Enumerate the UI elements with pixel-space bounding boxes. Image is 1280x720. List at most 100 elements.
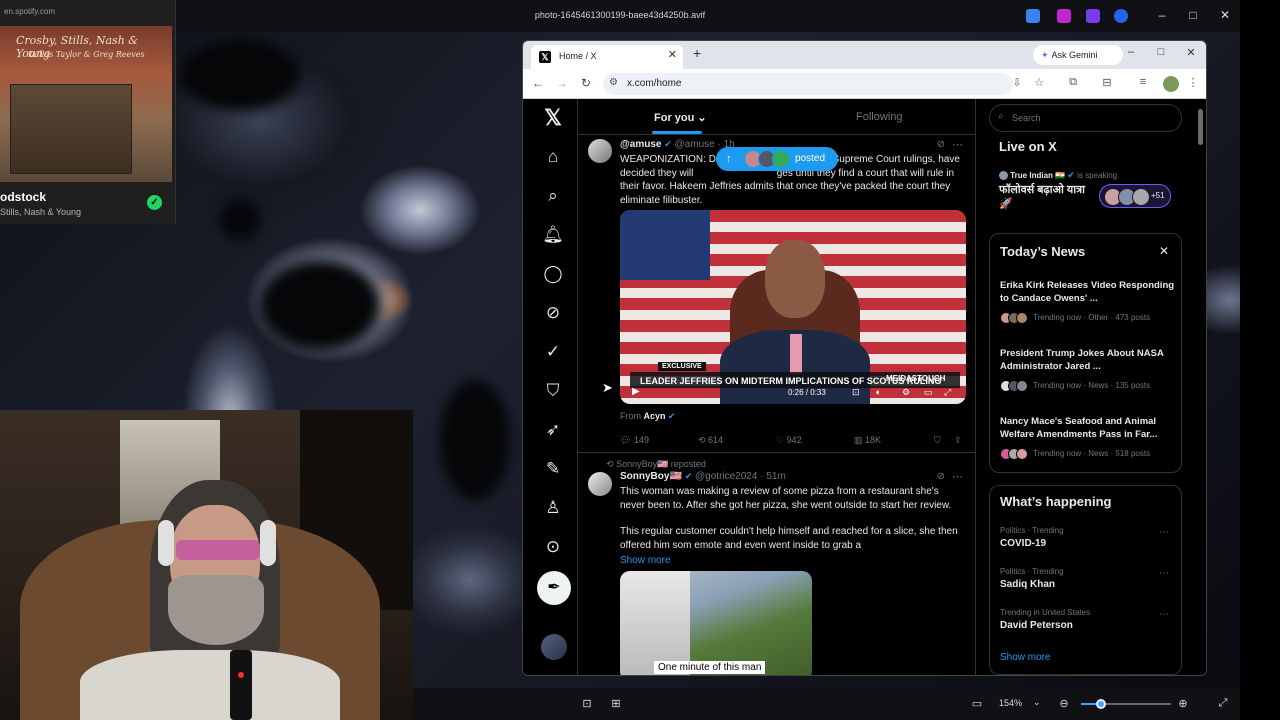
- account-avatar[interactable]: [541, 634, 567, 660]
- profile-icon[interactable]: ♙: [541, 496, 565, 520]
- trend-name[interactable]: David Peterson: [1000, 620, 1073, 631]
- share-icon[interactable]: ⇪: [954, 435, 962, 446]
- grok-icon[interactable]: ⊘: [937, 471, 945, 482]
- news-item-title[interactable]: Nancy Mace's Seafood and Animal Welfare …: [1000, 415, 1175, 441]
- new-posts-pill[interactable]: ↑ posted: [716, 147, 838, 171]
- new-tab-icon[interactable]: +: [693, 45, 701, 61]
- zoom-level[interactable]: 154%: [999, 698, 1022, 708]
- compose-icon[interactable]: ✎: [541, 457, 565, 481]
- scrollbar-thumb[interactable]: [1198, 109, 1203, 145]
- site-info-icon[interactable]: ⚙: [609, 77, 618, 88]
- tweet-media[interactable]: One minute of this man: [620, 571, 812, 675]
- extensions-icon[interactable]: ⧉: [1065, 76, 1081, 89]
- home-icon[interactable]: ⌂: [541, 145, 565, 169]
- bookmark-icon[interactable]: ⛉: [541, 379, 565, 403]
- reply-button[interactable]: 💬︎ 149: [620, 435, 649, 446]
- tweet[interactable]: ⟲ SonnyBoy🇺🇸 reposted SonnyBoy🇺🇸 ✔ @gotr…: [578, 454, 975, 675]
- zoom-slider-knob[interactable]: [1095, 699, 1106, 709]
- repost-button[interactable]: ⟲ 614: [698, 435, 723, 446]
- saved-check-icon[interactable]: ✓: [147, 195, 162, 210]
- messages-icon[interactable]: ◯: [541, 262, 565, 286]
- zoom-out-icon[interactable]: ⊖: [1056, 697, 1072, 710]
- pip-icon[interactable]: ▭: [924, 387, 933, 398]
- bookmark-icon[interactable]: ⛉: [934, 435, 941, 446]
- live-listeners-pill[interactable]: +51: [1099, 184, 1171, 208]
- close-icon[interactable]: ✕: [1215, 8, 1235, 22]
- volume-icon[interactable]: 🔈︎: [876, 387, 881, 398]
- zoom-in-icon[interactable]: ⊕: [1175, 697, 1191, 710]
- omnibox[interactable]: ⚙ x.com/home: [603, 73, 1013, 95]
- news-item-title[interactable]: Erika Kirk Releases Video Responding to …: [1000, 279, 1175, 305]
- news-item-title[interactable]: President Trump Jokes About NASA Adminis…: [1000, 347, 1175, 373]
- clipchamp-icon[interactable]: [1057, 9, 1071, 23]
- browser-menu-icon[interactable]: ⋮: [1185, 76, 1201, 89]
- chevron-down-icon[interactable]: ⌄: [1033, 697, 1041, 708]
- settings-icon[interactable]: ⚙: [902, 387, 910, 398]
- views-button[interactable]: ▥ 18K: [854, 435, 881, 446]
- reload-icon[interactable]: ↻: [577, 76, 595, 90]
- designer-icon[interactable]: [1086, 9, 1100, 23]
- back-icon[interactable]: ←: [529, 76, 547, 90]
- play-icon[interactable]: ▶: [632, 386, 640, 397]
- fullscreen-icon[interactable]: ⤢: [1215, 697, 1231, 710]
- edit-icon[interactable]: [1026, 9, 1040, 23]
- spotify-mini-player[interactable]: en.spotify.com Crosby, Stills, Nash & Yo…: [0, 0, 176, 224]
- trend-name[interactable]: Sadiq Khan: [1000, 579, 1055, 590]
- live-space-title[interactable]: फॉलोवर्स बढ़ाओ यात्रा 🚀: [999, 183, 1099, 211]
- page-scrollbar[interactable]: [1197, 99, 1205, 675]
- trend-name[interactable]: COVID-19: [1000, 538, 1046, 549]
- bookmark-star-icon[interactable]: ☆: [1031, 76, 1047, 89]
- captions-icon[interactable]: ⊡: [852, 387, 860, 398]
- text-scan-icon[interactable]: ⊞: [608, 697, 624, 710]
- tweet-avatar[interactable]: [588, 139, 612, 163]
- tab-search-icon[interactable]: ⊟: [1099, 76, 1115, 89]
- search-icon[interactable]: ⌕: [541, 184, 565, 208]
- more-icon[interactable]: ⊙: [541, 535, 565, 559]
- tweet-avatar[interactable]: [588, 472, 612, 496]
- minimize-icon[interactable]: –: [1152, 8, 1172, 22]
- fit-to-window-icon[interactable]: ▭: [969, 697, 985, 710]
- search-input[interactable]: ⌕ Search: [989, 104, 1182, 132]
- media-icon[interactable]: ≡: [1135, 76, 1151, 88]
- rocket-icon[interactable]: ➶: [541, 418, 565, 442]
- tweet-header: @amuse ✔ @amuse · 1h: [620, 139, 735, 150]
- close-icon[interactable]: ✕: [1159, 244, 1169, 258]
- video-brand: MEIDASTOUCH: [886, 374, 946, 383]
- ask-gemini-button[interactable]: ✦ Ask Gemini: [1033, 45, 1123, 65]
- trend-more-icon[interactable]: ⋯: [1159, 527, 1169, 538]
- trend-more-icon[interactable]: ⋯: [1159, 609, 1169, 620]
- profile-avatar[interactable]: [1163, 76, 1179, 92]
- trend-more-icon[interactable]: ⋯: [1159, 568, 1169, 579]
- post-button[interactable]: ✒: [537, 571, 571, 605]
- grok-icon[interactable]: ⊘: [937, 139, 945, 150]
- cloud-icon[interactable]: [1114, 9, 1128, 23]
- tab-following[interactable]: Following: [856, 111, 902, 123]
- browser-minimize-icon[interactable]: –: [1121, 46, 1141, 58]
- tab-home-x[interactable]: 𝕏 Home / X ✕: [531, 45, 683, 69]
- grok-icon[interactable]: ⊘: [541, 301, 565, 325]
- show-more-link[interactable]: Show more: [1000, 652, 1051, 663]
- visual-search-icon[interactable]: ⊡: [579, 697, 595, 710]
- tab-for-you[interactable]: For you ⌄: [654, 111, 707, 124]
- show-more-link[interactable]: Show more: [620, 555, 671, 566]
- zoom-slider[interactable]: [1081, 699, 1171, 709]
- install-app-icon[interactable]: ⇩: [1009, 76, 1025, 89]
- x-logo-icon[interactable]: 𝕏: [541, 106, 565, 130]
- tweet[interactable]: @amuse ✔ @amuse · 1h ⊘ ⋯ WEAPONIZATION: …: [578, 135, 975, 453]
- forward-icon[interactable]: →: [553, 76, 571, 90]
- maximize-icon[interactable]: □: [1183, 8, 1203, 22]
- like-button[interactable]: ♡ 942: [776, 435, 802, 446]
- live-on-x-card[interactable]: Live on X True Indian 🇮🇳 ✔ is speaking फ…: [989, 137, 1182, 221]
- tab-close-icon[interactable]: ✕: [668, 48, 677, 61]
- tweet-video[interactable]: EXCLUSIVE LEADER JEFFRIES ON MIDTERM IMP…: [620, 210, 966, 404]
- browser-close-icon[interactable]: ✕: [1181, 46, 1201, 59]
- repost-indicator: ⟲ SonnyBoy🇺🇸 reposted: [606, 459, 706, 469]
- browser-maximize-icon[interactable]: □: [1151, 46, 1171, 58]
- bell-icon[interactable]: 🔔︎: [541, 223, 565, 247]
- more-options-icon[interactable]: ⋯: [952, 470, 963, 483]
- right-sidebar: ⌕ Search Live on X True Indian 🇮🇳 ✔ is s…: [989, 99, 1201, 675]
- fullscreen-icon[interactable]: ⤢: [944, 387, 951, 398]
- news-item-meta: Trending now · News · 135 posts: [1000, 380, 1150, 392]
- communities-icon[interactable]: ✓: [541, 340, 565, 364]
- more-options-icon[interactable]: ⋯: [952, 138, 963, 151]
